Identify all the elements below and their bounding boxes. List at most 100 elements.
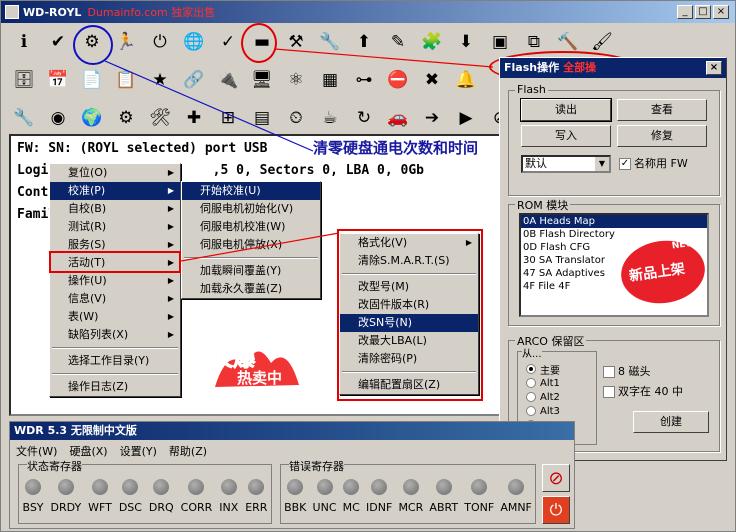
led-indicator (153, 479, 170, 495)
led-indicator (25, 479, 41, 495)
radio-option[interactable]: 主要 (526, 362, 560, 377)
dword40-label: 双字在 40 中 (618, 385, 683, 398)
checkbox-mark: ✓ (619, 158, 631, 170)
badge-new: NEW (671, 238, 697, 252)
power-icon[interactable]: ⏻ (542, 496, 570, 524)
chevron-down-icon[interactable]: ▼ (595, 157, 609, 171)
create-button[interactable]: 创建 (633, 411, 709, 433)
status-group-label: 状态寄存器 (27, 458, 82, 474)
led-indicator (287, 479, 304, 495)
radio-label: Alt3 (540, 405, 560, 417)
write-button[interactable]: 写入 (521, 125, 611, 147)
led-label: AMNF (500, 501, 532, 514)
led-indicator (188, 479, 205, 495)
status-register-group: 状态寄存器 BSY DRDY WFT DSC DRQ CORR INX ERR (18, 458, 272, 524)
led-label: BSY (22, 501, 44, 514)
led-label: CORR (180, 501, 213, 514)
flash-panel: Flash操作 全部操 × Flash 读出 查看 写入 修复 默认 ▼ ✓ 名称用… (499, 57, 727, 461)
led-indicator (316, 479, 333, 495)
led-indicator (92, 479, 108, 495)
rom-group-label: ROM 模块 (515, 197, 571, 213)
from-label: 从... (522, 345, 542, 360)
led-label: IDNF (366, 501, 393, 514)
wdr-menu-item[interactable]: 设置(Y) (120, 443, 157, 458)
flash-panel-titlebar: Flash操作 全部操 × (500, 58, 726, 78)
register-led: DRDY (50, 479, 81, 514)
flash-panel-close[interactable]: × (706, 61, 722, 75)
flash-panel-title-sub: 全部操 (563, 61, 597, 74)
led-label: ERR (245, 501, 268, 514)
view-button[interactable]: 查看 (617, 99, 707, 121)
register-led: DSC (119, 479, 142, 514)
radio-circle (526, 378, 536, 388)
led-label: BBK (284, 501, 307, 514)
flash-panel-title: Flash操作 (504, 61, 560, 74)
checkbox-mark (603, 366, 615, 378)
led-label: DRDY (50, 501, 82, 514)
dword40-checkbox[interactable]: 双字在 40 中 (603, 383, 683, 399)
radio-option[interactable]: Alt3 (526, 404, 560, 418)
led-label: WFT (88, 501, 112, 514)
led-label: DRQ (148, 501, 174, 514)
radio-label: Alt1 (540, 377, 560, 389)
register-led: ERR (245, 479, 267, 514)
radio-circle (526, 392, 536, 402)
register-led: AMNF (500, 479, 532, 514)
wdr-title: WDR 5.3 无限制中文版 (10, 422, 574, 440)
register-led: ABRT (429, 479, 458, 514)
led-indicator (402, 479, 419, 495)
flash-select[interactable]: 默认 ▼ (521, 155, 611, 173)
heads8-label: 8 磁头 (618, 365, 651, 378)
rom-module-item[interactable]: 0B Flash Directory (521, 228, 707, 241)
stop-icon[interactable]: ⊘ (542, 464, 570, 492)
led-indicator (248, 479, 265, 495)
wdr-menu-item[interactable]: 硬盘(X) (69, 443, 107, 458)
read-button[interactable]: 读出 (520, 98, 612, 122)
register-led: TONF (464, 479, 494, 514)
led-label: UNC (312, 501, 337, 514)
error-group-label: 错误寄存器 (289, 458, 344, 474)
rom-module-item[interactable]: 0A Heads Map (521, 215, 707, 228)
error-register-group: 错误寄存器 BBK UNC MC IDNF MCR ABRT TONF AMNF (280, 458, 536, 524)
radio-option[interactable]: Alt1 (526, 376, 560, 390)
badge-text: 新品上架 (628, 261, 686, 285)
checkbox-mark (603, 386, 615, 398)
radio-label: 主要 (540, 365, 560, 377)
flash-group-label: Flash (515, 83, 548, 96)
led-indicator (343, 479, 360, 495)
repair-button[interactable]: 修复 (617, 125, 707, 147)
radio-label: Alt2 (540, 391, 560, 403)
led-indicator (57, 479, 74, 495)
led-label: MC (342, 501, 360, 514)
led-indicator (471, 479, 488, 495)
register-led: INX (219, 479, 238, 514)
wdr-menubar: 文件(W) 硬盘(X) 设置(Y) 帮助(Z) (10, 440, 574, 458)
main-window: WD-ROYL Dumainfo.com 独家出售 _ □ × ℹ ✔ ⚙ 🏃 ⏻ 🌐 ✓ ▬… (0, 0, 736, 532)
wdr-menu-item[interactable]: 帮助(Z) (169, 443, 207, 458)
register-led: BBK (284, 479, 306, 514)
led-label: INX (219, 501, 239, 514)
register-led: MC (343, 479, 360, 514)
register-led: MCR (398, 479, 423, 514)
led-indicator (508, 479, 525, 495)
led-indicator (435, 479, 452, 495)
led-label: ABRT (429, 501, 459, 514)
register-led: BSY (22, 479, 44, 514)
register-led: UNC (313, 479, 337, 514)
radio-option[interactable]: Alt2 (526, 390, 560, 404)
register-led: DRQ (149, 479, 174, 514)
register-led: IDNF (366, 479, 392, 514)
led-indicator (371, 479, 388, 495)
radio-circle (526, 406, 536, 416)
flash-select-value: 默认 (525, 157, 547, 170)
wdr-menu-item[interactable]: 文件(W) (16, 443, 57, 458)
common-fw-label: 名称用 FW (634, 157, 688, 170)
led-label: MCR (398, 501, 424, 514)
led-indicator (220, 479, 237, 495)
register-led: CORR (180, 479, 213, 514)
led-label: DSC (118, 501, 142, 514)
heads8-checkbox[interactable]: 8 磁头 (603, 363, 651, 379)
radio-circle (526, 364, 536, 374)
led-label: TONF (464, 501, 495, 514)
common-fw-checkbox[interactable]: ✓ 名称用 FW (619, 155, 688, 171)
